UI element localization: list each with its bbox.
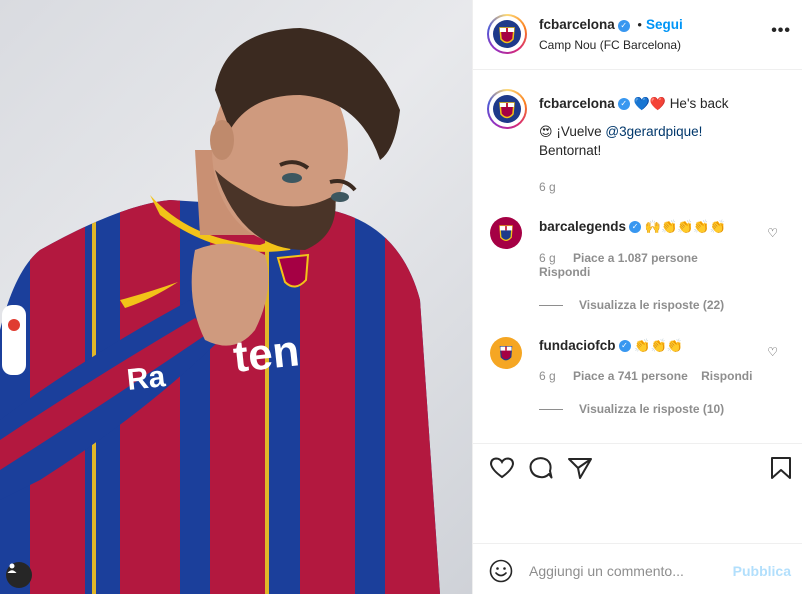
post-details-panel: fcbarcelona ✓ • Segui Camp Nou (FC Barcelo… <box>472 0 802 594</box>
follow-button[interactable]: Segui <box>646 17 683 32</box>
save-bookmark-icon[interactable] <box>770 456 792 480</box>
comment-username[interactable]: barcalegends <box>539 219 626 234</box>
caption-username[interactable]: fcbarcelona <box>539 96 615 111</box>
fundaciofcb-avatar[interactable] <box>490 337 522 369</box>
tagged-user-button[interactable] <box>6 562 32 588</box>
comment-text: 🙌👏👏👏👏 <box>644 220 726 235</box>
post-header: fcbarcelona ✓ • Segui Camp Nou (FC Barcelo… <box>473 0 802 70</box>
publish-button[interactable]: Pubblica <box>733 563 791 579</box>
view-replies-button[interactable]: Visualizza le risposte (22) <box>539 298 724 312</box>
comment-item: barcalegends ✓ 🙌👏👏👏👏 <box>539 219 769 235</box>
like-comment-heart-icon[interactable]: ♡ <box>767 345 778 359</box>
post-caption: fcbarcelona ✓ 💙❤️ He's back 😍 ¡Vuelve @3g… <box>539 95 789 196</box>
add-comment-bar: Aggiungi un commento... Pubblica <box>473 543 802 594</box>
replies-divider <box>539 408 563 410</box>
mention-link[interactable]: @3gerardpique! <box>605 124 702 139</box>
comment-meta: 6 g Piace a 1.087 persone Rispondi <box>539 251 779 279</box>
comment-time[interactable]: 6 g <box>539 251 556 265</box>
barcalegends-avatar[interactable] <box>490 217 522 249</box>
instagram-post: ten Ra fcbarcelona ✓ • Segui Camp Nou (F… <box>0 0 802 594</box>
caption-line3: Bentornat! <box>539 143 602 158</box>
reply-button[interactable]: Rispondi <box>539 265 590 279</box>
comment-likes[interactable]: Piace a 1.087 persone <box>573 251 698 265</box>
hearts-emoji: 💙❤️ <box>633 97 666 112</box>
share-paper-plane-icon[interactable] <box>567 456 593 480</box>
svg-text:Ra: Ra <box>125 360 167 397</box>
caption-text: He's back <box>669 96 729 111</box>
comment-item: fundaciofcb ✓ 👏👏👏 <box>539 338 769 354</box>
view-replies-label: Visualizza le risposte (22) <box>579 298 725 312</box>
comment-text: 👏👏👏 <box>634 339 683 354</box>
like-comment-heart-icon[interactable]: ♡ <box>767 226 778 240</box>
view-replies-button[interactable]: Visualizza le risposte (10) <box>539 402 724 416</box>
comment-likes[interactable]: Piace a 741 persone <box>573 369 688 383</box>
verified-badge-icon: ✓ <box>629 221 642 234</box>
comment-bubble-icon[interactable] <box>528 456 554 480</box>
verified-badge-icon: ✓ <box>618 340 631 353</box>
fcb-crest-icon <box>499 225 513 242</box>
header-username[interactable]: fcbarcelona <box>539 17 615 32</box>
more-horizontal-icon[interactable]: ••• <box>771 22 791 40</box>
fcb-crest-icon <box>499 346 513 361</box>
comment-meta: 6 g Piace a 741 persone Rispondi <box>539 369 789 383</box>
player-illustration: ten Ra <box>0 28 440 594</box>
svg-text:ten: ten <box>231 326 302 382</box>
post-photo[interactable]: ten Ra <box>0 0 472 594</box>
comment-input[interactable]: Aggiungi un commento... <box>529 563 684 579</box>
post-actions-bar <box>473 443 802 491</box>
reply-button[interactable]: Rispondi <box>701 369 752 383</box>
emoji-smiley-icon[interactable] <box>489 559 513 583</box>
verified-badge-icon: ✓ <box>617 19 630 32</box>
like-heart-icon[interactable] <box>489 456 515 480</box>
view-replies-label: Visualizza le risposte (10) <box>579 402 725 416</box>
comment-time[interactable]: 6 g <box>539 369 556 383</box>
fcb-crest-icon <box>493 20 521 48</box>
header-avatar[interactable] <box>487 14 527 54</box>
caption-avatar[interactable] <box>487 89 527 129</box>
replies-divider <box>539 304 563 306</box>
fcb-crest-icon <box>493 95 521 123</box>
heart-eyes-emoji: 😍 <box>539 125 553 140</box>
header-location[interactable]: Camp Nou (FC Barcelona) <box>539 38 681 52</box>
user-icon <box>7 563 17 573</box>
caption-line2-prefix: ¡Vuelve <box>556 124 606 139</box>
verified-badge-icon: ✓ <box>617 98 630 111</box>
comment-username[interactable]: fundaciofcb <box>539 338 616 353</box>
caption-time[interactable]: 6 g <box>539 178 789 196</box>
header-separator: • <box>637 17 642 32</box>
